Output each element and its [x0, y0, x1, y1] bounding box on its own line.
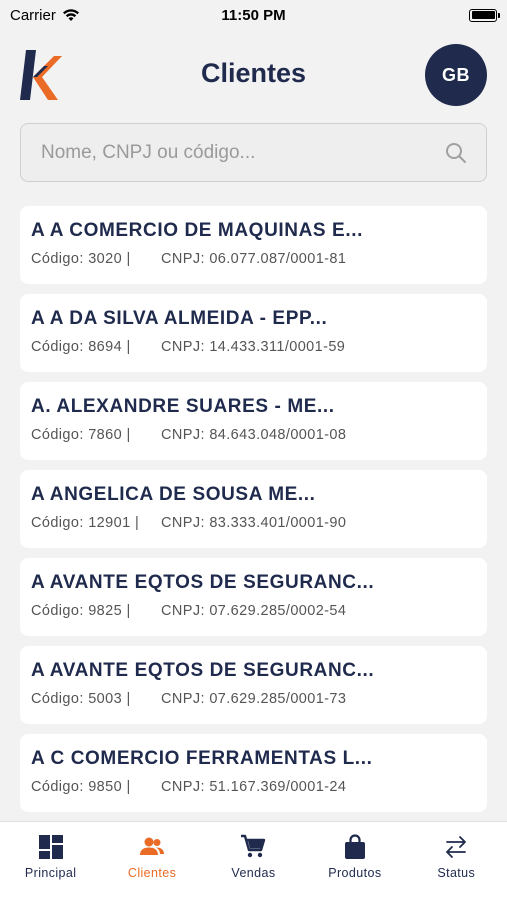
dashboard-icon	[38, 835, 63, 859]
cart-icon	[241, 834, 266, 858]
carrier-label: Carrier	[10, 6, 56, 24]
tab-label: Principal	[24, 866, 77, 880]
search-input[interactable]	[41, 141, 444, 164]
tab-produtos[interactable]: Produtos	[305, 834, 405, 900]
bag-icon	[344, 834, 365, 859]
avatar[interactable]: GB	[425, 44, 487, 106]
tab-label: Produtos	[328, 866, 382, 880]
client-cnpj: CNPJ: 51.167.369/0001-24	[161, 779, 347, 795]
client-code: Código: 9850 |	[31, 779, 131, 795]
search-box[interactable]	[20, 123, 487, 182]
tab-principal[interactable]: Principal	[1, 834, 101, 900]
client-cnpj: CNPJ: 07.629.285/0002-54	[161, 603, 347, 619]
client-card[interactable]: A C COMERCIO FERRAMENTAS L... Código: 98…	[20, 734, 487, 812]
people-icon	[140, 837, 165, 855]
search-icon[interactable]	[444, 141, 468, 165]
client-cnpj: CNPJ: 84.643.048/0001-08	[161, 427, 347, 443]
tab-label: Clientes	[127, 866, 177, 880]
client-name: A. ALEXANDRE SUARES - ME...	[31, 396, 335, 417]
tab-label: Vendas	[231, 866, 276, 880]
client-list: A A COMERCIO DE MAQUINAS E... Código: 30…	[20, 206, 487, 812]
client-code: Código: 7860 |	[31, 427, 131, 443]
client-code: Código: 12901 |	[31, 515, 140, 531]
client-name: A A COMERCIO DE MAQUINAS E...	[31, 220, 363, 241]
client-code: Código: 9825 |	[31, 603, 131, 619]
client-cnpj: CNPJ: 07.629.285/0001-73	[161, 691, 347, 707]
client-card[interactable]: A AVANTE EQTOS DE SEGURANC... Código: 50…	[20, 646, 487, 724]
client-cnpj: CNPJ: 14.433.311/0001-59	[161, 339, 346, 355]
client-name: A ANGELICA DE SOUSA ME...	[31, 484, 316, 505]
client-code: Código: 5003 |	[31, 691, 131, 707]
client-code: Código: 8694 |	[31, 339, 131, 355]
tab-status[interactable]: Status	[406, 834, 506, 900]
sync-arrows-icon	[446, 836, 467, 858]
tab-bar: Principal Clientes Vendas Produtos Statu…	[0, 821, 507, 900]
tab-vendas[interactable]: Vendas	[203, 834, 303, 900]
tab-label: Status	[437, 866, 476, 880]
header: Clientes GB	[0, 44, 507, 106]
status-bar: Carrier 11:50 PM	[0, 0, 507, 30]
battery-icon	[469, 8, 500, 22]
client-cnpj: CNPJ: 83.333.401/0001-90	[161, 515, 347, 531]
client-card[interactable]: A A DA SILVA ALMEIDA - EPP... Código: 86…	[20, 294, 487, 372]
client-name: A A DA SILVA ALMEIDA - EPP...	[31, 308, 328, 329]
client-code: Código: 3020 |	[31, 251, 131, 267]
client-name: A AVANTE EQTOS DE SEGURANC...	[31, 660, 375, 681]
clock: 11:50 PM	[221, 6, 286, 24]
tab-clientes[interactable]: Clientes	[102, 834, 202, 900]
client-card[interactable]: A A COMERCIO DE MAQUINAS E... Código: 30…	[20, 206, 487, 284]
wifi-icon	[62, 9, 79, 21]
client-name: A C COMERCIO FERRAMENTAS L...	[31, 748, 373, 769]
client-card[interactable]: A AVANTE EQTOS DE SEGURANC... Código: 98…	[20, 558, 487, 636]
client-name: A AVANTE EQTOS DE SEGURANC...	[31, 572, 375, 593]
client-card[interactable]: A. ALEXANDRE SUARES - ME... Código: 7860…	[20, 382, 487, 460]
client-card[interactable]: A ANGELICA DE SOUSA ME... Código: 12901 …	[20, 470, 487, 548]
client-cnpj: CNPJ: 06.077.087/0001-81	[161, 251, 347, 267]
